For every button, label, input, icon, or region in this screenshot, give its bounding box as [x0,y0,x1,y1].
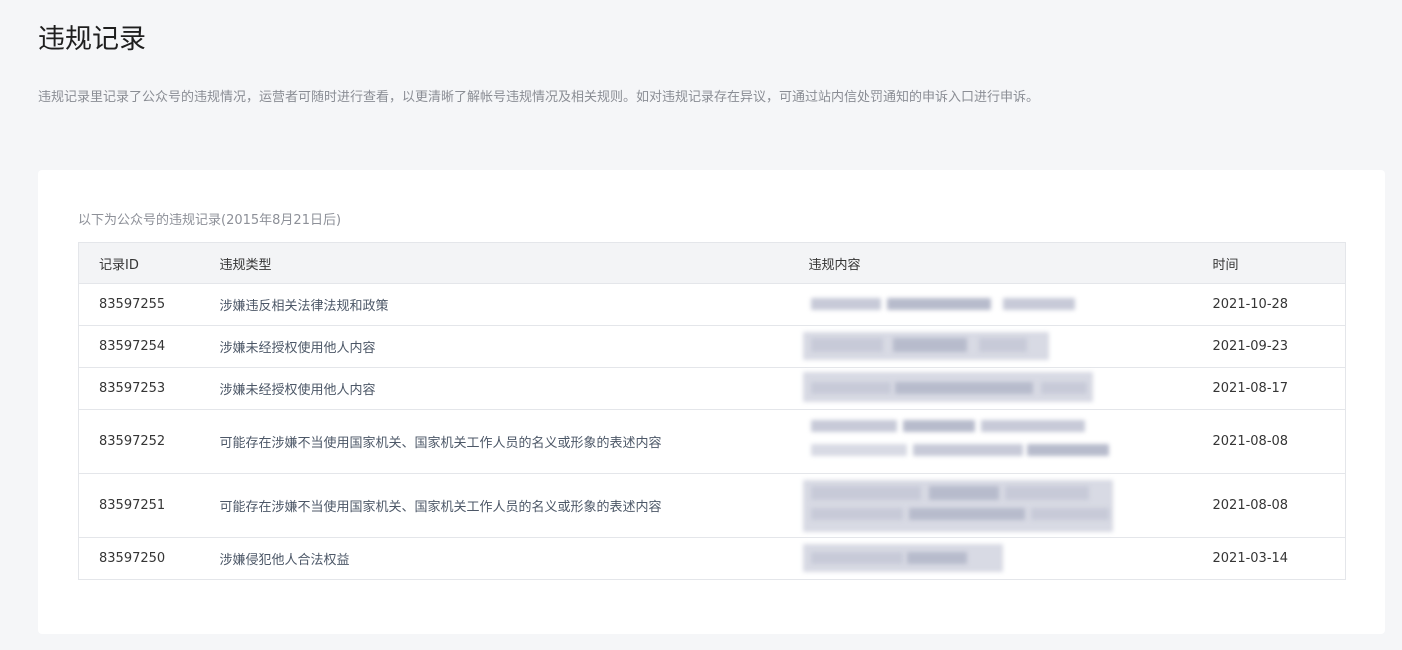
violation-type: 可能存在涉嫌不当使用国家机关、国家机关工作人员的名义或形象的表述内容 [219,473,809,538]
violation-records-table: 记录ID 违规类型 违规内容 时间 83597255 涉嫌违反相关法律法规和政策… [78,242,1346,580]
violation-time: 2021-03-14 [1212,537,1346,580]
record-id: 83597252 [78,409,220,474]
violation-type: 涉嫌未经授权使用他人内容 [219,325,809,368]
table-row: 83597251 可能存在涉嫌不当使用国家机关、国家机关工作人员的名义或形象的表… [78,473,1346,538]
record-id: 83597255 [78,283,220,326]
record-id: 83597250 [78,537,220,580]
page-description: 违规记录里记录了公众号的违规情况，运营者可随时进行查看，以更清晰了解帐号违规情况… [38,90,1040,105]
violation-time: 2021-08-08 [1212,409,1346,474]
violation-time: 2021-08-17 [1212,367,1346,410]
violation-type: 涉嫌侵犯他人合法权益 [219,537,809,580]
table-header-row: 记录ID 违规类型 违规内容 时间 [78,242,1346,284]
violation-time: 2021-08-08 [1212,473,1346,538]
header-violation-type: 违规类型 [219,242,809,284]
record-id: 83597251 [78,473,220,538]
violation-content-redacted [808,409,1213,474]
violation-content-redacted [802,473,1213,538]
violation-type: 涉嫌未经授权使用他人内容 [219,367,809,410]
table-row: 83597254 涉嫌未经授权使用他人内容 2021-09-23 [78,325,1346,368]
table-row: 83597255 涉嫌违反相关法律法规和政策 2021-10-28 [78,283,1346,326]
record-id: 83597253 [78,367,220,410]
violation-type: 涉嫌违反相关法律法规和政策 [219,283,809,326]
violation-content-redacted [802,367,1213,410]
violation-content-redacted [802,537,1213,580]
page-title: 违规记录 [38,24,146,55]
header-record-id: 记录ID [78,242,220,284]
header-violation-content: 违规内容 [808,242,1213,284]
table-row: 83597252 可能存在涉嫌不当使用国家机关、国家机关工作人员的名义或形象的表… [78,409,1346,474]
header-time: 时间 [1212,242,1346,284]
records-card: 以下为公众号的违规记录(2015年8月21日后) 记录ID 违规类型 违规内容 … [38,170,1385,634]
violation-type: 可能存在涉嫌不当使用国家机关、国家机关工作人员的名义或形象的表述内容 [219,409,809,474]
table-row: 83597253 涉嫌未经授权使用他人内容 2021-08-17 [78,367,1346,410]
table-row: 83597250 涉嫌侵犯他人合法权益 2021-03-14 [78,537,1346,580]
violation-time: 2021-10-28 [1212,283,1346,326]
records-caption: 以下为公众号的违规记录(2015年8月21日后) [78,213,342,228]
violation-content-redacted [802,325,1213,368]
violation-content-redacted [808,283,1213,326]
record-id: 83597254 [78,325,220,368]
violation-time: 2021-09-23 [1212,325,1346,368]
